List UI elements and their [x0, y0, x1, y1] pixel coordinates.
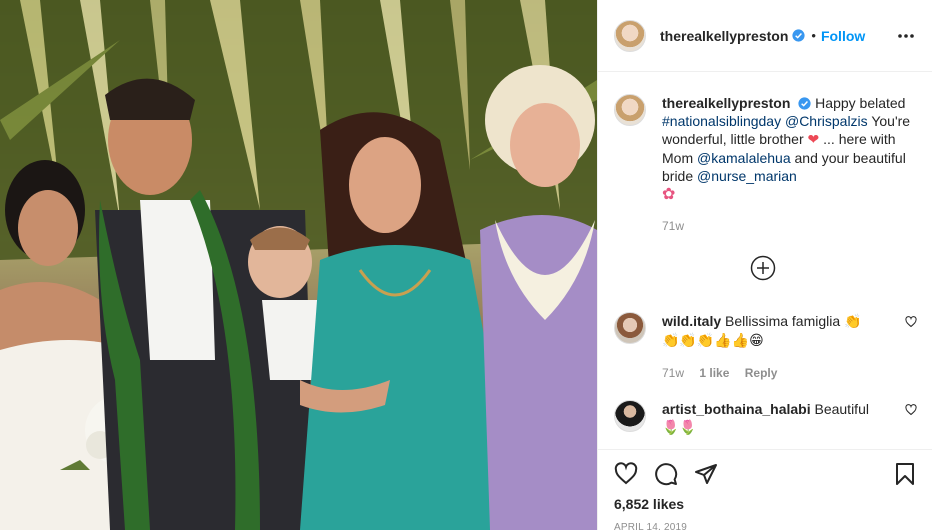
instagram-post: therealkellypreston • Follow therealkell…: [0, 0, 932, 530]
caption-time[interactable]: 71w: [662, 217, 916, 235]
mention-link[interactable]: @Chrispalzis: [785, 113, 868, 129]
comment-emoji: 🌷🌷: [662, 420, 697, 436]
post-header: therealkellypreston • Follow: [598, 0, 932, 72]
comment-item: wild.italy Bellissima famiglia 👏 👏👏👏👍👍😁 …: [614, 312, 917, 382]
hashtag-link[interactable]: #nationalsiblingday: [662, 113, 781, 129]
reply-button[interactable]: Reply: [745, 366, 778, 380]
post-date[interactable]: APRIL 14, 2019: [614, 522, 917, 530]
mom: [480, 65, 597, 530]
heart-icon[interactable]: [614, 462, 638, 486]
mention-link[interactable]: @nurse_marian: [697, 168, 797, 184]
bookmark-icon[interactable]: [893, 462, 917, 486]
comment-username[interactable]: wild.italy: [662, 313, 721, 329]
caption: therealkellypreston Happy belated #natio…: [598, 72, 932, 235]
likes-count[interactable]: 6,852 likes: [614, 496, 917, 512]
comment-time[interactable]: 71w: [662, 366, 684, 380]
comment-emoji: 👏👏👏👍👍😁: [662, 333, 764, 349]
comment-body: wild.italy Bellissima famiglia 👏 👏👏👏👍👍😁 …: [662, 312, 892, 382]
post-photo[interactable]: [0, 0, 597, 530]
comment-username[interactable]: artist_bothaina_halabi: [662, 401, 811, 417]
comment-text: Bellissima famiglia: [725, 313, 841, 329]
flower-emoji: ✿: [662, 184, 676, 203]
add-comment-icon[interactable]: [750, 255, 776, 281]
follow-button[interactable]: Follow: [821, 28, 865, 44]
comment-likes[interactable]: 1 like: [699, 366, 729, 380]
more-options-icon[interactable]: [896, 26, 916, 46]
post-actions: 6,852 likes APRIL 14, 2019: [598, 449, 932, 530]
comment-emoji: 👏: [844, 314, 862, 330]
mention-link[interactable]: @kamalalehua: [697, 150, 791, 166]
caption-text-1: Happy belated: [815, 95, 906, 111]
verified-badge-icon: [792, 29, 805, 42]
comment-item: artist_bothaina_halabi Beautiful 🌷🌷: [614, 400, 917, 437]
action-icons: [614, 450, 917, 498]
comment-icon[interactable]: [654, 462, 678, 486]
comment-text: Beautiful: [814, 401, 869, 417]
post-side-panel: therealkellypreston • Follow therealkell…: [597, 0, 932, 530]
caption-username[interactable]: therealkellypreston: [662, 95, 790, 111]
comment-meta: 71w 1 like Reply: [662, 364, 892, 382]
verified-badge-icon: [798, 97, 811, 110]
heart-icon[interactable]: [905, 404, 917, 416]
heart-icon[interactable]: [905, 316, 917, 328]
separator-dot: •: [811, 28, 816, 43]
heart-emoji: ❤: [807, 132, 820, 148]
caption-avatar[interactable]: [614, 94, 646, 126]
caption-text: therealkellypreston Happy belated #natio…: [662, 94, 916, 235]
share-icon[interactable]: [694, 462, 718, 486]
comment-body: artist_bothaina_halabi Beautiful 🌷🌷: [662, 400, 892, 437]
commenter-avatar[interactable]: [614, 400, 646, 432]
header-username[interactable]: therealkellypreston: [660, 28, 788, 44]
avatar[interactable]: [614, 19, 646, 52]
photo-illustration: [0, 0, 597, 530]
commenter-avatar[interactable]: [614, 312, 646, 344]
